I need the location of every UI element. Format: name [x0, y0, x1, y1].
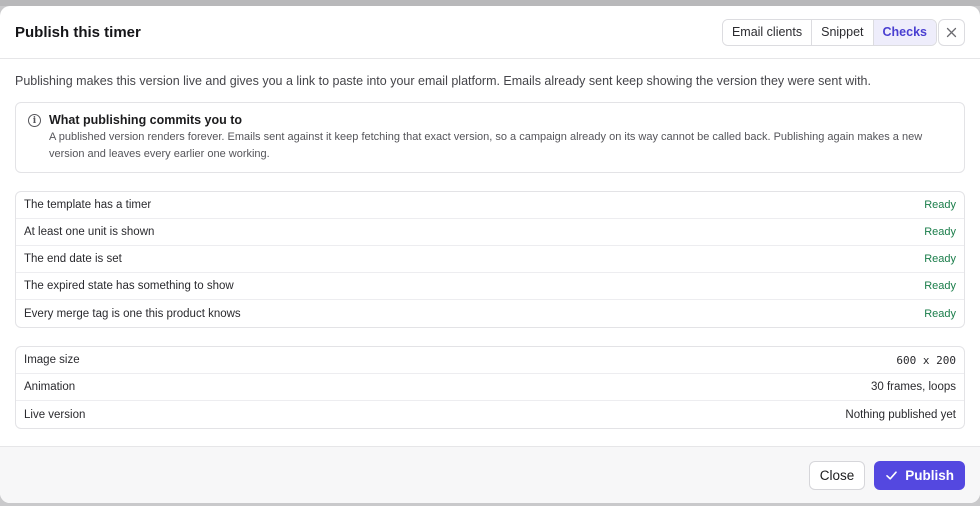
tab-email-clients[interactable]: Email clients: [722, 19, 813, 45]
detail-row-image-size: Image size 600 x 200: [16, 347, 964, 374]
detail-value: Nothing published yet: [845, 408, 956, 421]
check-label: The end date is set: [24, 253, 122, 265]
check-row: The expired state has something to show …: [16, 273, 964, 300]
checks-list: The template has a timer Ready At least …: [15, 191, 965, 328]
detail-label: Image size: [24, 354, 80, 366]
detail-row-live-version: Live version Nothing published yet: [16, 401, 964, 428]
close-dialog-button[interactable]: [938, 18, 965, 46]
publish-button[interactable]: Publish: [874, 460, 965, 490]
tab-checks[interactable]: Checks: [873, 19, 936, 45]
dialog-header: Publish this timer Email clients Snippet…: [0, 6, 980, 59]
publish-label: Publish: [905, 467, 954, 483]
check-label: Every merge tag is one this product know…: [24, 307, 241, 320]
close-button[interactable]: Close: [808, 460, 866, 490]
dialog-title: Publish this timer: [15, 23, 141, 41]
check-status: Ready: [924, 307, 956, 320]
check-row: Every merge tag is one this product know…: [16, 300, 964, 327]
callout-content: What publishing commits you to A publish…: [49, 113, 952, 162]
detail-row-animation: Animation 30 frames, loops: [16, 374, 964, 401]
tab-group: Email clients Snippet Checks: [721, 18, 937, 46]
check-row: The template has a timer Ready: [16, 192, 964, 219]
x-icon: [946, 27, 957, 37]
check-label: The template has a timer: [24, 199, 152, 211]
check-icon: [886, 470, 898, 480]
dialog-body: Publishing makes this version live and g…: [0, 59, 980, 446]
details-list: Image size 600 x 200 Animation 30 frames…: [15, 346, 965, 429]
callout-text: A published version renders forever. Ema…: [49, 131, 923, 160]
detail-value: 600 x 200: [896, 353, 956, 367]
intro-text: Publishing makes this version live and g…: [15, 74, 871, 88]
commitment-callout: i What publishing commits you to A publi…: [15, 102, 965, 173]
check-status: Ready: [924, 199, 956, 211]
detail-label: Live version: [24, 408, 86, 421]
check-row: The end date is set Ready: [16, 246, 964, 273]
check-label: The expired state has something to show: [24, 280, 234, 292]
detail-label: Animation: [24, 381, 76, 393]
callout-title: What publishing commits you to: [49, 113, 243, 127]
publish-dialog: Publish this timer Email clients Snippet…: [0, 6, 980, 503]
detail-value: 30 frames, loops: [870, 381, 956, 393]
check-row: At least one unit is shown Ready: [16, 219, 964, 246]
info-icon: i: [28, 114, 41, 127]
tab-snippet[interactable]: Snippet: [812, 19, 874, 45]
check-status: Ready: [924, 253, 956, 265]
dialog-footer: Close Publish: [0, 446, 980, 503]
check-label: At least one unit is shown: [24, 226, 155, 238]
check-status: Ready: [924, 226, 956, 238]
check-status: Ready: [924, 280, 956, 292]
